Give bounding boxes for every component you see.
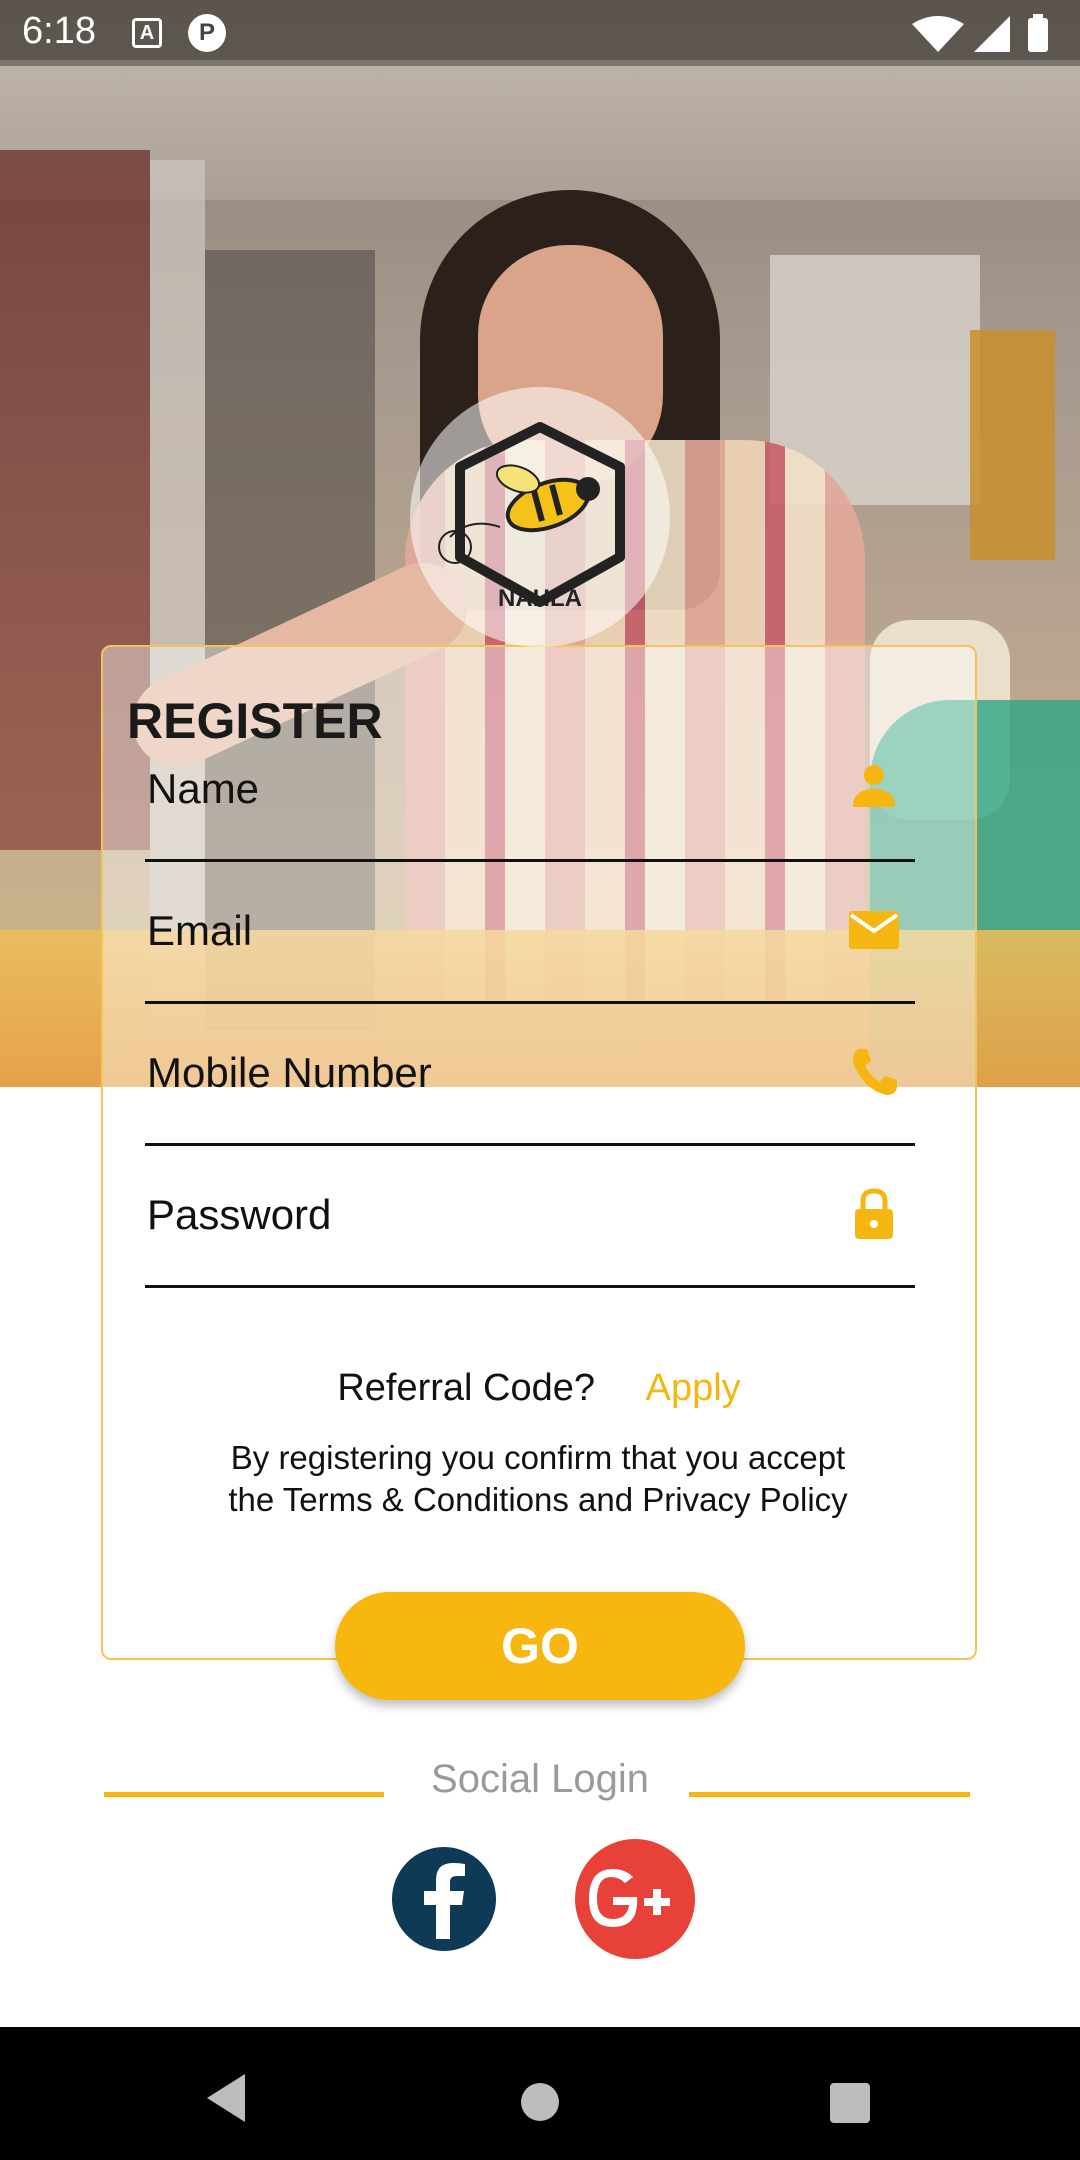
go-button[interactable]: GO [335, 1592, 745, 1700]
terms-text: By registering you confirm that you acce… [163, 1437, 913, 1521]
battery-icon [1028, 18, 1048, 52]
notification-p-icon: P [188, 14, 226, 52]
referral-row: Referral Code? Apply [103, 1367, 975, 1410]
register-title: REGISTER [127, 693, 383, 749]
terms-line-2: the Terms & Conditions and Privacy Polic… [228, 1481, 848, 1518]
mobile-number-field-label: Mobile Number [147, 1049, 432, 1096]
person-icon [853, 765, 895, 807]
back-icon[interactable] [205, 2072, 249, 2124]
logo-text: NAHLA [498, 585, 582, 612]
status-bar: 6:18 A P [0, 0, 1080, 66]
name-field-label: Name [147, 765, 260, 812]
system-navigation-bar [0, 2027, 1080, 2160]
email-field[interactable]: Email [145, 897, 915, 1004]
apply-referral-link[interactable]: Apply [646, 1367, 741, 1409]
home-icon[interactable] [521, 2083, 559, 2121]
email-field-label: Email [147, 907, 253, 954]
referral-code-label: Referral Code? [337, 1367, 596, 1409]
facebook-icon [424, 1863, 465, 1939]
recent-apps-icon[interactable] [830, 2083, 870, 2123]
status-right-icons [912, 14, 1048, 52]
register-card: REGISTER Name Email Mobile Number Passwo… [101, 645, 977, 1660]
phone-icon [853, 1049, 897, 1095]
lock-icon [855, 1188, 893, 1239]
nahla-logo: NAHLA [410, 387, 670, 647]
facebook-login-button[interactable] [392, 1847, 496, 1951]
name-field[interactable]: Name [145, 755, 915, 862]
google-plus-icon [589, 1869, 670, 1927]
social-divider-right [689, 1792, 970, 1797]
google-plus-login-button[interactable] [575, 1839, 695, 1959]
accessibility-a-icon: A [132, 18, 162, 48]
mail-icon [849, 911, 899, 949]
mobile-number-field[interactable]: Mobile Number [145, 1039, 915, 1146]
wifi-icon [912, 16, 964, 52]
password-field-label: Password [147, 1191, 332, 1238]
signal-icon [974, 16, 1010, 52]
password-field[interactable]: Password [145, 1181, 915, 1288]
terms-line-1: By registering you confirm that you acce… [230, 1439, 846, 1476]
status-time: 6:18 [22, 10, 96, 52]
